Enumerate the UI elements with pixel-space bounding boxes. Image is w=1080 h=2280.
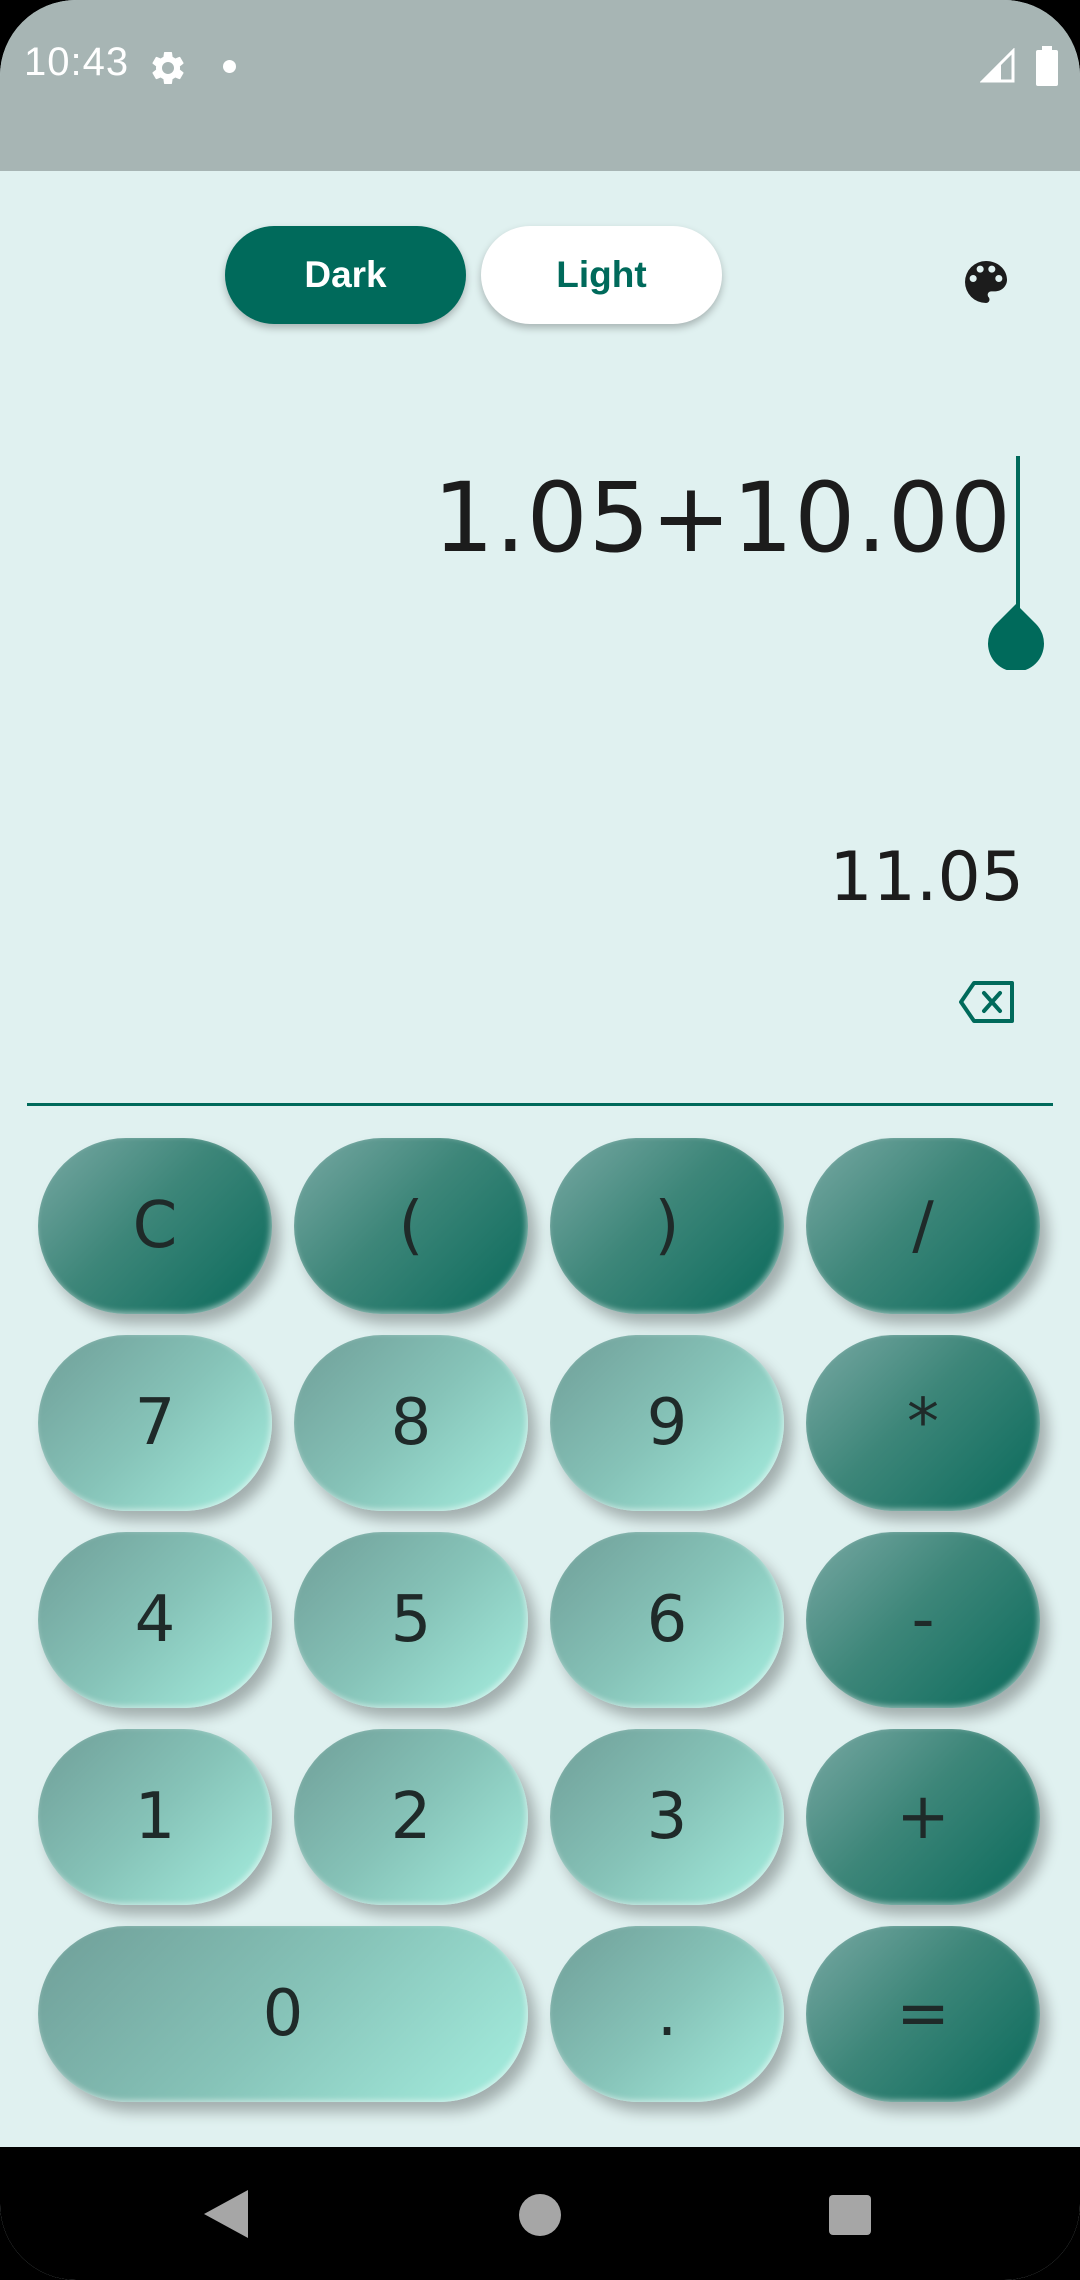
result-display: 11.05 xyxy=(829,838,1024,917)
digit-3-button[interactable]: 3 xyxy=(550,1729,784,1905)
digit-6-button[interactable]: 6 xyxy=(550,1532,784,1708)
status-bar: 10:43 xyxy=(0,0,1080,171)
palette-icon[interactable] xyxy=(958,254,1014,310)
digit-2-button[interactable]: 2 xyxy=(294,1729,528,1905)
expression-field[interactable]: 1.05+10.00 xyxy=(433,462,1012,574)
multiply-button[interactable]: * xyxy=(806,1335,1040,1511)
open-paren-button[interactable]: ( xyxy=(294,1138,528,1314)
signal-icon xyxy=(980,48,1015,83)
status-time: 10:43 xyxy=(24,40,130,84)
digit-0-button[interactable]: 0 xyxy=(38,1926,528,2102)
recents-icon[interactable] xyxy=(829,2195,871,2235)
digit-4-button[interactable]: 4 xyxy=(38,1532,272,1708)
gear-icon xyxy=(152,51,184,84)
cursor-handle-icon[interactable] xyxy=(986,600,1046,670)
digit-5-button[interactable]: 5 xyxy=(294,1532,528,1708)
theme-dark-button[interactable]: Dark xyxy=(225,226,466,324)
clear-button[interactable]: C xyxy=(38,1138,272,1314)
battery-icon xyxy=(1036,46,1058,86)
digit-1-button[interactable]: 1 xyxy=(38,1729,272,1905)
back-icon[interactable] xyxy=(204,2190,248,2238)
text-cursor xyxy=(1016,456,1020,608)
subtract-button[interactable]: - xyxy=(806,1532,1040,1708)
add-button[interactable]: + xyxy=(806,1729,1040,1905)
theme-light-button[interactable]: Light xyxy=(481,226,722,324)
notification-dot-icon xyxy=(223,60,236,73)
display-divider xyxy=(27,1103,1053,1106)
digit-9-button[interactable]: 9 xyxy=(550,1335,784,1511)
calculator-screen: 10:43 Dark Light 1.05+10.00 11.05 C()/ 7 8… xyxy=(0,0,1080,2280)
decimal-button[interactable]: . xyxy=(550,1926,784,2102)
divide-button[interactable]: / xyxy=(806,1138,1040,1314)
backspace-icon[interactable] xyxy=(958,980,1016,1024)
close-paren-button[interactable]: ) xyxy=(550,1138,784,1314)
digit-7-button[interactable]: 7 xyxy=(38,1335,272,1511)
digit-8-button[interactable]: 8 xyxy=(294,1335,528,1511)
home-icon[interactable] xyxy=(519,2194,561,2236)
equals-button[interactable]: = xyxy=(806,1926,1040,2102)
